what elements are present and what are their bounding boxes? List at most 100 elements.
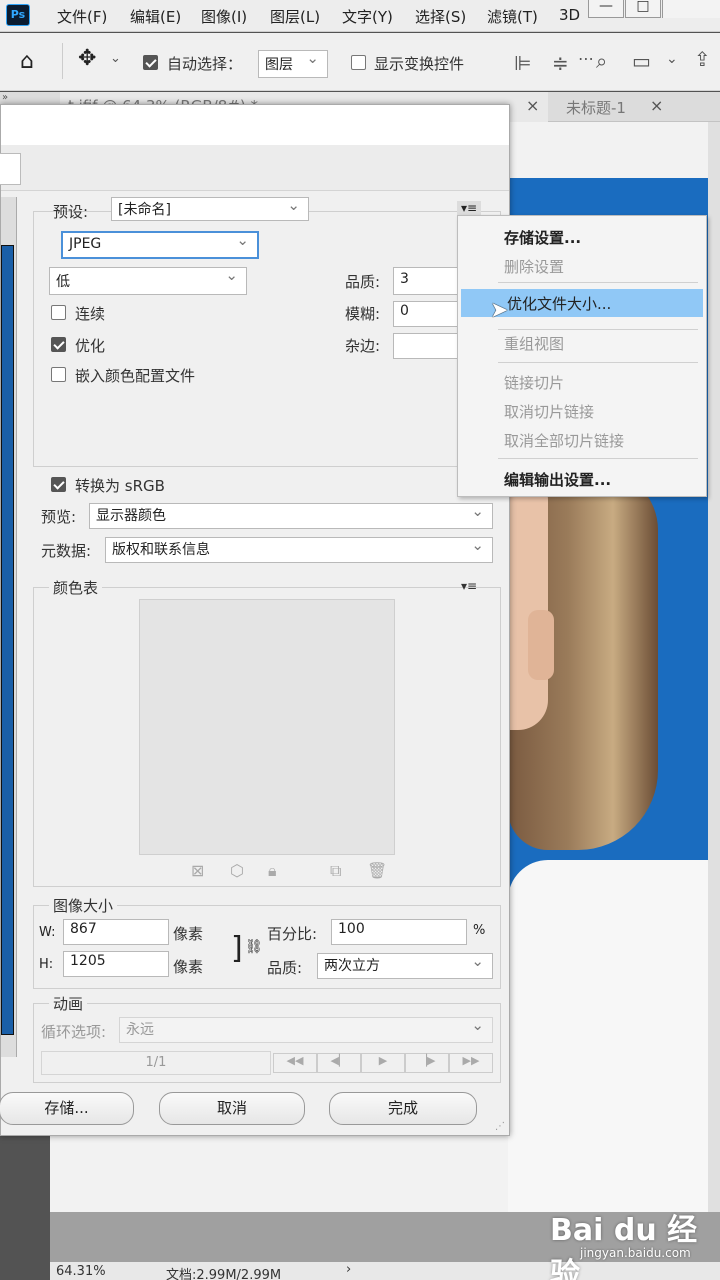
color-table-label: 颜色表	[49, 577, 103, 598]
maximize-button[interactable]: □	[625, 0, 661, 18]
menu-file[interactable]: 文件(F)	[57, 6, 107, 27]
dialog-title-area	[1, 105, 509, 145]
height-input[interactable]: 1205	[63, 951, 169, 977]
menu-edit[interactable]: 编辑(E)	[130, 6, 181, 27]
image-size-label: 图像大小	[49, 895, 118, 916]
progressive-checkbox[interactable]	[51, 305, 66, 320]
color-table-swatches	[139, 599, 395, 855]
first-frame-icon[interactable]: ◀◀	[273, 1053, 317, 1073]
workspace-chevron-icon[interactable]: ⌄	[666, 51, 678, 67]
preset-select[interactable]: [未命名]	[111, 197, 309, 221]
menu-3d[interactable]: 3D	[559, 6, 580, 24]
show-transform-checkbox[interactable]	[351, 55, 366, 70]
align-left-icon[interactable]: ⊫	[514, 51, 531, 75]
tab-document-2-close-icon[interactable]: ×	[650, 96, 663, 115]
save-button[interactable]: 存储...	[0, 1092, 134, 1125]
options-bar: ⌂ ✥ ⌄ 自动选择： 图层 显示变换控件 ⊫ ≑ ⋯ ⌕ ▭ ⌄ ⇪	[0, 33, 720, 91]
color-map-icon[interactable]: ⊠	[191, 861, 204, 880]
menu-item-unlink-slice[interactable]: 取消切片链接	[458, 397, 706, 425]
baidu-watermark-url: jingyan.baidu.com	[580, 1246, 691, 1260]
menu-item-save-settings[interactable]: 存储设置...	[458, 223, 706, 251]
move-tool-icon[interactable]: ✥	[78, 46, 96, 71]
convert-srgb-checkbox[interactable]	[51, 477, 66, 492]
matte-select[interactable]	[393, 333, 459, 359]
menu-filter[interactable]: 滤镜(T)	[487, 6, 538, 27]
vertical-scrollbar[interactable]	[708, 122, 720, 1212]
align-center-icon[interactable]: ≑	[552, 51, 569, 75]
auto-select-label: 自动选择：	[167, 55, 243, 73]
mouse-cursor-icon: ➤	[490, 298, 509, 323]
loop-select[interactable]: 永远	[119, 1017, 493, 1043]
metadata-value: 版权和联系信息	[112, 542, 210, 558]
close-window-button[interactable]	[662, 0, 720, 18]
show-transform-label: 显示变换控件	[374, 55, 465, 73]
color-table-menu-icon[interactable]: ▾≡	[461, 579, 477, 593]
share-icon[interactable]: ⇪	[694, 47, 711, 71]
workspace-icon[interactable]: ▭	[632, 49, 651, 73]
embed-profile-checkbox[interactable]	[51, 367, 66, 382]
constrain-proportions-icon[interactable]: ⛓︎	[245, 939, 263, 955]
width-label: W:	[39, 925, 56, 940]
blur-input[interactable]: 0	[393, 301, 459, 327]
percent-input[interactable]: 100	[331, 919, 467, 945]
cancel-button[interactable]: 取消	[159, 1092, 305, 1125]
photoshop-window: Ps 文件(F) 编辑(E) 图像(I) 图层(L) 文字(Y) 选择(S) 滤…	[0, 0, 720, 1280]
auto-select-target-select[interactable]: 图层	[258, 50, 328, 78]
trash-icon[interactable]: 🗑︎	[367, 861, 387, 880]
panel-collapse-icon[interactable]: »	[2, 92, 8, 103]
format-select[interactable]: JPEG	[61, 231, 259, 259]
home-icon[interactable]: ⌂	[20, 49, 34, 74]
convert-srgb-label: 转换为 sRGB	[75, 477, 165, 495]
preset-label: 预设:	[53, 203, 89, 221]
resample-select[interactable]: 两次立方	[317, 953, 493, 979]
chevron-down-icon[interactable]: ⌄	[110, 51, 121, 66]
frame-counter: 1/1	[41, 1051, 271, 1075]
preview-select[interactable]: 显示器颜色	[89, 503, 493, 529]
menu-item-delete-settings[interactable]: 删除设置	[458, 252, 706, 280]
menu-item-unlink-all-slices[interactable]: 取消全部切片链接	[458, 426, 706, 454]
preset-value: [未命名]	[118, 202, 171, 218]
tab-document-1-close-icon[interactable]: ×	[526, 96, 539, 115]
blur-label: 模糊:	[345, 305, 381, 323]
link-bracket-icon: ]	[231, 931, 243, 966]
quality-label: 品质:	[345, 273, 381, 291]
optimized-checkbox[interactable]	[51, 337, 66, 352]
menu-item-edit-output-settings[interactable]: 编辑输出设置...	[458, 465, 706, 493]
tab-document-2-label: 未标题-1	[566, 99, 626, 117]
menu-item-link-slices[interactable]: 链接切片	[458, 368, 706, 396]
quality-input[interactable]: 3	[393, 267, 459, 295]
play-icon[interactable]: ▶	[361, 1053, 405, 1073]
done-button[interactable]: 完成	[329, 1092, 477, 1125]
tab-document-2[interactable]: 未标题-1	[558, 92, 634, 122]
menu-layer[interactable]: 图层(L)	[270, 6, 320, 27]
auto-select-target-value: 图层	[265, 57, 293, 73]
more-dots-icon[interactable]: ⋯	[578, 49, 594, 68]
menu-type[interactable]: 文字(Y)	[342, 6, 393, 27]
auto-select-checkbox[interactable]	[143, 55, 158, 70]
menu-select[interactable]: 选择(S)	[415, 6, 466, 27]
menu-item-repopulate-views[interactable]: 重组视图	[458, 329, 706, 357]
previous-frame-icon[interactable]: ◀▏	[317, 1053, 361, 1073]
web-shift-icon[interactable]: ⬡	[230, 861, 244, 880]
new-color-icon[interactable]: ⧉	[330, 861, 341, 881]
matte-label: 杂边:	[345, 337, 381, 355]
last-frame-icon[interactable]: ▶▶	[449, 1053, 493, 1073]
menu-image[interactable]: 图像(I)	[201, 6, 247, 27]
loop-value: 永远	[126, 1022, 154, 1038]
next-frame-icon[interactable]: ▕▶	[405, 1053, 449, 1073]
status-expand-icon[interactable]: ›	[346, 1262, 351, 1277]
minimize-button[interactable]: —	[588, 0, 624, 18]
view-tab[interactable]	[0, 153, 21, 185]
search-icon[interactable]: ⌕	[596, 49, 607, 73]
metadata-select[interactable]: 版权和联系信息	[105, 537, 493, 563]
resize-grip-icon[interactable]: ⋰	[495, 1121, 505, 1132]
progressive-label: 连续	[75, 305, 106, 323]
quality-preset-select[interactable]: 低	[49, 267, 247, 295]
width-input[interactable]: 867	[63, 919, 169, 945]
menu-separator	[498, 458, 698, 459]
lock-icon[interactable]: 🔒︎	[268, 861, 277, 881]
resample-value: 两次立方	[324, 958, 380, 974]
photo-ear	[528, 610, 554, 680]
baidu-watermark: Bai du 经验	[550, 1213, 698, 1280]
zoom-level[interactable]: 64.31%	[56, 1264, 106, 1279]
